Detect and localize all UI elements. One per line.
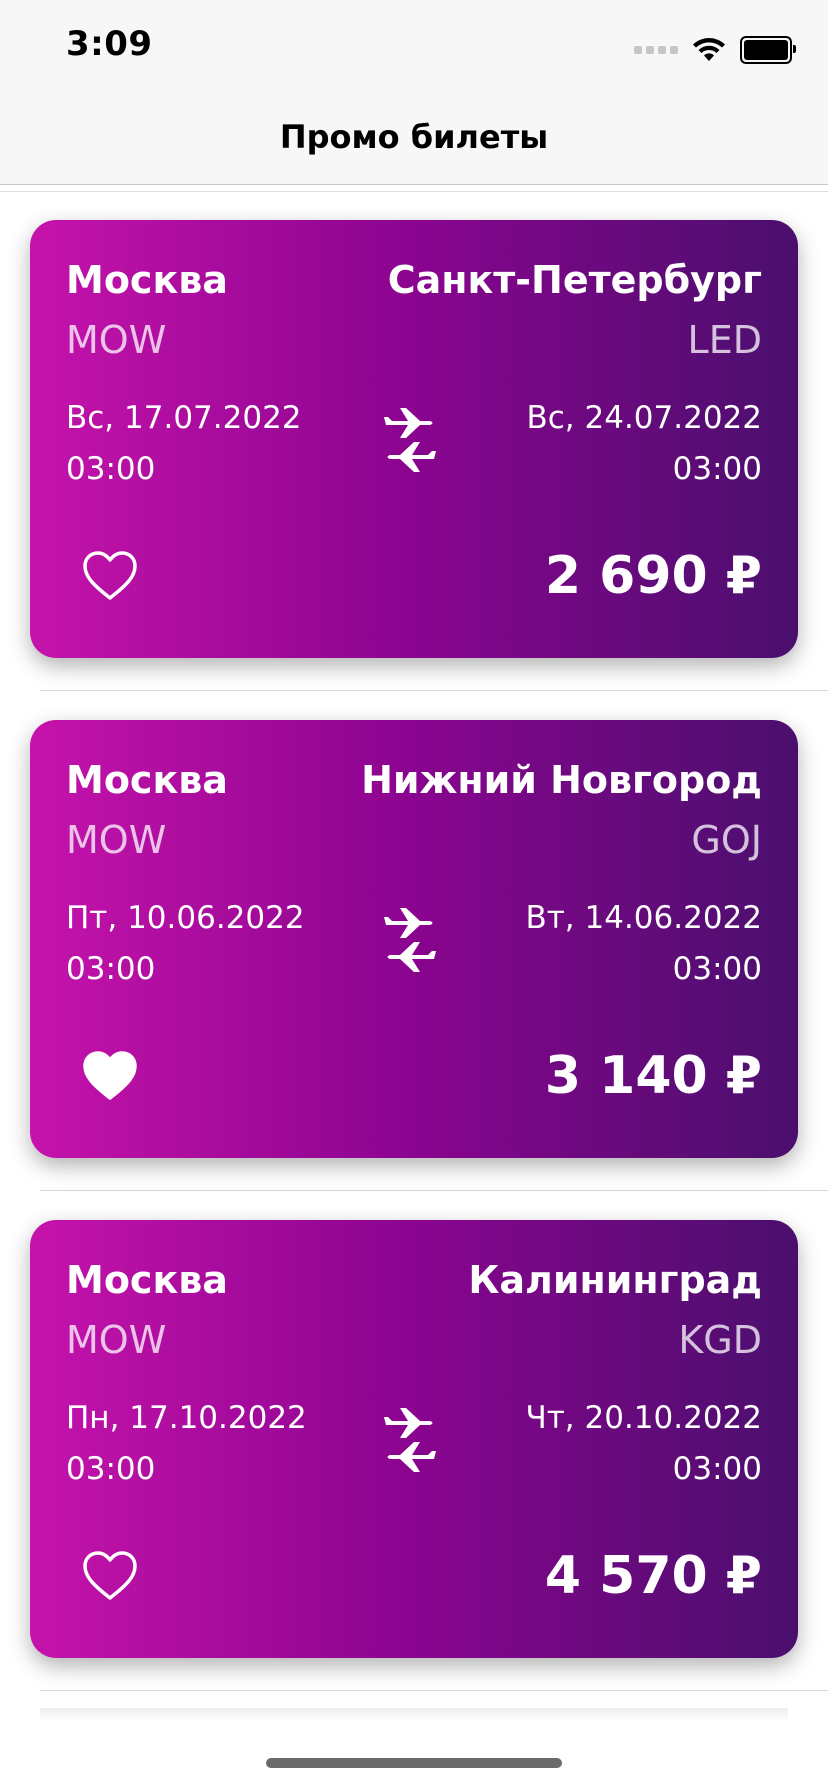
header-divider [0, 184, 828, 185]
return-time: 03:00 [672, 1451, 762, 1487]
ticket-price: 4 570 ₽ [544, 1546, 762, 1606]
row-divider [40, 1190, 828, 1191]
departure-city: Москва [66, 758, 228, 802]
arrival-code: GOJ [691, 818, 762, 862]
departure-time: 03:00 [66, 1451, 156, 1487]
ticket-card[interactable]: Москва Санкт-Петербург MOW LED Вс, 17.07… [30, 220, 798, 658]
return-time: 03:00 [672, 451, 762, 487]
wifi-icon [693, 38, 725, 61]
status-time: 3:09 [66, 24, 153, 64]
departure-date: Пн, 17.10.2022 [66, 1400, 307, 1436]
departure-city: Москва [66, 258, 228, 302]
return-time: 03:00 [672, 951, 762, 987]
arrival-city: Калининград [468, 1258, 762, 1302]
arrival-city: Санкт-Петербург [387, 258, 762, 302]
home-indicator[interactable] [266, 1758, 562, 1768]
return-date: Вс, 24.07.2022 [526, 400, 762, 436]
airplanes-icon [384, 1408, 436, 1472]
arrival-code: KGD [678, 1318, 762, 1362]
row-divider [40, 690, 828, 691]
header-divider [0, 191, 828, 192]
departure-code: MOW [66, 818, 167, 862]
cellular-signal-icon [634, 46, 678, 54]
departure-time: 03:00 [66, 451, 156, 487]
return-date: Чт, 20.10.2022 [525, 1400, 762, 1436]
return-date: Вт, 14.06.2022 [525, 900, 762, 936]
arrival-code: LED [687, 318, 762, 362]
status-indicators [634, 36, 796, 64]
airplanes-icon [384, 908, 436, 972]
heart-icon[interactable] [82, 1550, 138, 1602]
departure-code: MOW [66, 1318, 167, 1362]
navigation-header: 3:09 Промо билеты [0, 0, 828, 184]
heart-icon[interactable] [82, 550, 138, 602]
airplanes-icon [384, 408, 436, 472]
departure-code: MOW [66, 318, 167, 362]
departure-date: Пт, 10.06.2022 [66, 900, 305, 936]
bottom-safe-area [0, 1720, 828, 1792]
departure-time: 03:00 [66, 951, 156, 987]
screen: 3:09 Промо билеты Москва Санкт-Петербург… [0, 0, 828, 1792]
arrival-city: Нижний Новгород [361, 758, 762, 802]
ticket-price: 2 690 ₽ [544, 546, 762, 606]
row-divider [40, 1690, 828, 1691]
heart-filled-icon[interactable] [82, 1050, 138, 1102]
departure-city: Москва [66, 1258, 228, 1302]
ticket-card[interactable]: Москва Калининград MOW KGD Пн, 17.10.202… [30, 1220, 798, 1658]
departure-date: Вс, 17.07.2022 [66, 400, 302, 436]
battery-icon [740, 36, 796, 64]
ticket-price: 3 140 ₽ [544, 1046, 762, 1106]
page-title: Промо билеты [279, 118, 549, 156]
ticket-card[interactable]: Москва Нижний Новгород MOW GOJ Пт, 10.06… [30, 720, 798, 1158]
